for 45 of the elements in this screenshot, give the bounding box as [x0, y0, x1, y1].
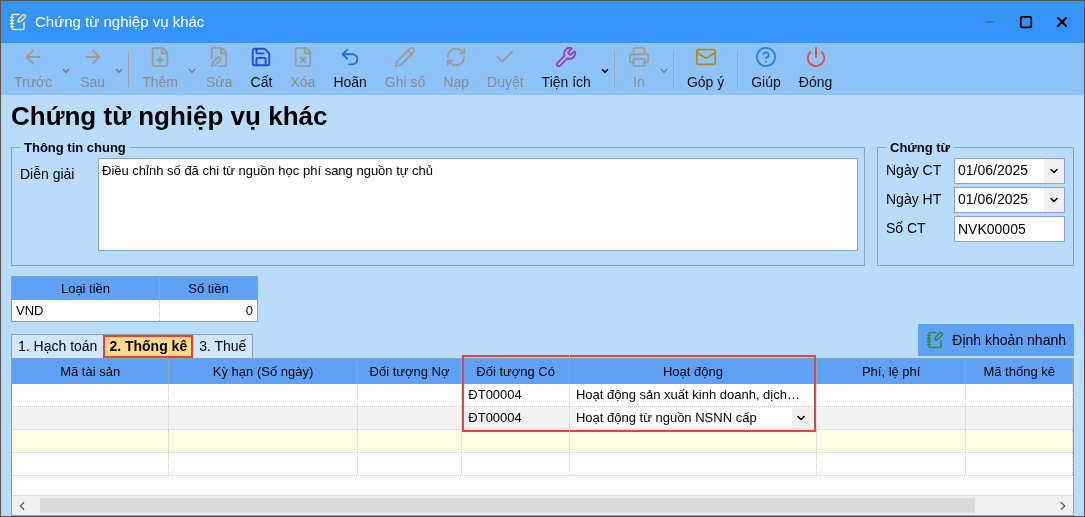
field-label: Ngày HT	[886, 190, 943, 209]
pencil-icon	[394, 45, 417, 68]
toolbar-button[interactable]: Đóng	[789, 45, 842, 93]
table-cell-text: Hoạt động sản xuất kinh doanh, dịch…	[575, 386, 801, 405]
table-row[interactable]	[12, 430, 1073, 453]
tab[interactable]: 1. Hạch toán	[12, 335, 104, 358]
notebook-icon	[9, 13, 27, 31]
group-title: Thông tin chung	[23, 139, 127, 157]
description-field[interactable]: Điều chỉnh số đã chi từ nguồn học phí sang nguồn tự chủ	[98, 157, 858, 251]
field-label: Diễn giải	[20, 164, 76, 184]
maximize-icon	[1019, 15, 1033, 29]
toolbar-button[interactable]: Góp ý	[677, 45, 734, 93]
toolbar-button[interactable]: Tiện ích	[532, 45, 600, 93]
quick-entry-button[interactable]: Định khoản nhanh	[918, 324, 1074, 356]
table-row[interactable]: ĐT00004 Hoạt động sản xuất kinh doanh, dịch…	[12, 384, 1073, 407]
toolbar-button[interactable]: Giúp	[742, 45, 790, 93]
field-label: Ngày CT	[886, 161, 943, 180]
tab[interactable]: 2. Thống kê	[103, 335, 194, 358]
dropdown-caret-icon[interactable]	[599, 66, 610, 76]
table-cell-text: ĐT00004	[468, 386, 523, 405]
table-cell-text: ĐT00004	[468, 409, 523, 428]
horizontal-scrollbar[interactable]	[12, 495, 1073, 515]
table-cell: VND	[12, 300, 160, 321]
printer-icon	[627, 45, 650, 68]
group-title: Chứng từ	[889, 139, 951, 157]
column-header: Số tiền	[187, 279, 230, 298]
close-icon	[1054, 14, 1070, 30]
field-label: Số CT	[886, 219, 927, 238]
window-title: Chứng từ nghiệp vụ khác	[35, 11, 205, 32]
tools-icon	[555, 45, 578, 68]
tab[interactable]: 3. Thuế	[193, 335, 253, 358]
toolbar-button[interactable]: Hoãn	[324, 45, 376, 93]
refresh-icon	[445, 45, 468, 68]
page-heading: Chứng từ nghiệp vụ khác	[11, 100, 329, 132]
date-field[interactable]: 01/06/2025	[954, 186, 1065, 213]
toolbar-button[interactable]: Cất	[241, 45, 282, 93]
power-icon	[804, 45, 827, 68]
date-field[interactable]: 01/06/2025	[954, 157, 1065, 184]
table-cell: Hoạt động từ nguồn NSNN cấp	[575, 408, 792, 428]
table-cell-text: 0	[244, 301, 254, 320]
notepad-icon	[926, 331, 945, 349]
save-icon	[250, 45, 273, 68]
help-icon	[755, 45, 777, 68]
text-field[interactable]: NVK00005	[954, 215, 1065, 242]
table-row[interactable]: ĐT00004 Hoạt động từ nguồn NSNN cấp	[12, 407, 1073, 430]
